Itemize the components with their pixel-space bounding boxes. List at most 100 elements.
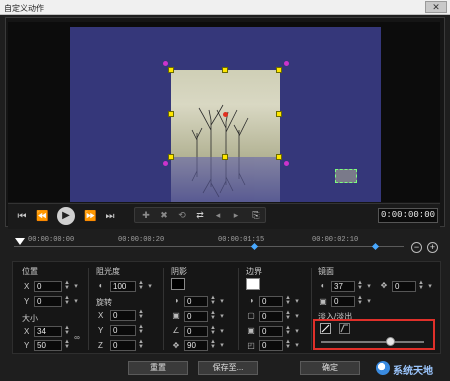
opacity-dropdown[interactable]: ▾ — [146, 281, 154, 292]
reset-button[interactable]: 重置 — [128, 361, 188, 375]
skew-handle-top-right[interactable] — [284, 61, 289, 66]
position-y-input[interactable]: 0 — [34, 296, 62, 307]
rotation-y-input[interactable]: 0 — [110, 325, 136, 336]
resize-handle-top-right[interactable] — [276, 67, 282, 73]
swap-keyframe-icon[interactable]: ⇄ — [193, 209, 207, 221]
border-width-stepper[interactable]: ▲ ▼ — [284, 295, 292, 307]
resize-handle-left[interactable] — [168, 111, 174, 117]
position-x-dropdown[interactable]: ▾ — [72, 281, 80, 292]
ok-button[interactable]: 确定 — [300, 361, 360, 375]
border-color-swatch[interactable] — [246, 278, 260, 290]
mirror-opacity-input[interactable]: 37 — [331, 281, 355, 292]
size-x-stepper[interactable]: ▲ ▼ — [63, 325, 71, 337]
zoom-out-icon[interactable]: − — [411, 242, 422, 253]
rotation-x-input[interactable]: 0 — [110, 310, 136, 321]
position-x-stepper[interactable]: ▲ ▼ — [63, 280, 71, 292]
timecode-display[interactable]: 0:00:00:00 — [378, 208, 438, 223]
shadow-size-stepper[interactable]: ▲ ▼ — [209, 295, 217, 307]
fade-slider-knob[interactable] — [386, 337, 395, 346]
border-opacity-stepper[interactable]: ▲ ▼ — [284, 310, 292, 322]
shadow-size-dropdown[interactable]: ▾ — [218, 296, 226, 307]
delete-keyframe-icon[interactable]: ✖ — [157, 209, 171, 221]
border-corner-dropdown[interactable]: ▾ — [293, 340, 301, 351]
shadow-blur-input[interactable]: 0 — [184, 311, 208, 322]
border-opacity-input[interactable]: 0 — [259, 311, 283, 322]
rotation-y-stepper[interactable]: ▲ ▼ — [137, 324, 145, 336]
reverse-keyframe-icon[interactable]: ⟲ — [175, 209, 189, 221]
shadow-blur-dropdown[interactable]: ▾ — [218, 311, 226, 322]
shadow-blur-stepper[interactable]: ▲ ▼ — [209, 310, 217, 322]
timeline-track[interactable] — [14, 246, 404, 247]
position-y-dropdown[interactable]: ▾ — [72, 296, 80, 307]
position-x-input[interactable]: 0 — [34, 281, 62, 292]
border-blur-dropdown[interactable]: ▾ — [293, 326, 301, 337]
position-y-label: Y — [24, 297, 30, 306]
skew-handle-top-left[interactable] — [163, 61, 168, 66]
resize-handle-right[interactable] — [276, 111, 282, 117]
resize-handle-top-left[interactable] — [168, 67, 174, 73]
size-x-input[interactable]: 34 — [34, 326, 62, 337]
resize-handle-bottom-left[interactable] — [168, 154, 174, 160]
move-right-icon[interactable]: ▸ — [229, 209, 243, 221]
rotation-y-label: Y — [98, 326, 104, 335]
border-width-dropdown[interactable]: ▾ — [293, 296, 301, 307]
resize-handle-bottom[interactable] — [222, 154, 228, 160]
add-keyframe-icon[interactable]: ✚ — [139, 209, 153, 221]
border-corner-input[interactable]: 0 — [259, 340, 283, 351]
mirror-opacity-dropdown[interactable]: ▾ — [365, 281, 373, 292]
go-to-start-icon[interactable]: ⏮ — [16, 210, 28, 224]
save-as-button[interactable]: 保存至... — [198, 361, 258, 375]
border-width-input[interactable]: 0 — [259, 296, 283, 307]
opacity-input[interactable]: 100 — [110, 281, 136, 292]
play-icon[interactable]: ▶ — [57, 207, 75, 225]
previous-frame-icon[interactable]: ⏪ — [36, 210, 48, 224]
position-y-stepper[interactable]: ▲ ▼ — [63, 295, 71, 307]
playhead-marker[interactable] — [15, 238, 25, 245]
shadow-direction-dropdown[interactable]: ▾ — [218, 340, 226, 351]
mirror-fade-dropdown[interactable]: ▾ — [365, 296, 373, 307]
mirror-fade-input[interactable]: 0 — [331, 296, 355, 307]
center-point[interactable] — [223, 112, 228, 117]
mirror-opacity-stepper[interactable]: ▲ ▼ — [356, 280, 364, 292]
mirror-fade-stepper[interactable]: ▲ ▼ — [356, 295, 364, 307]
size-y-stepper[interactable]: ▲ ▼ — [63, 339, 71, 351]
fade-slider-track[interactable] — [321, 341, 424, 343]
next-frame-icon[interactable]: ⏩ — [84, 210, 96, 224]
border-corner-stepper[interactable]: ▲ ▼ — [284, 339, 292, 351]
size-y-input[interactable]: 50 — [34, 340, 62, 351]
go-to-end-icon[interactable]: ⏭ — [104, 210, 116, 224]
shadow-direction-stepper[interactable]: ▲ ▼ — [209, 339, 217, 351]
mirror-offset-stepper[interactable]: ▲ ▼ — [417, 280, 425, 292]
shadow-direction-input[interactable]: 90 — [184, 340, 208, 351]
window-title: 自定义动作 — [4, 4, 44, 13]
rotation-x-stepper[interactable]: ▲ ▼ — [137, 309, 145, 321]
border-opacity-dropdown[interactable]: ▾ — [293, 311, 301, 322]
resize-handle-top[interactable] — [222, 67, 228, 73]
skew-handle-bottom-left[interactable] — [163, 161, 168, 166]
zoom-in-icon[interactable]: + — [427, 242, 438, 253]
shadow-distance-dropdown[interactable]: ▾ — [218, 326, 226, 337]
timeline-ruler[interactable]: 00:00:00:00 00:00:00:20 00:00:01:15 00:0… — [14, 233, 402, 247]
opacity-stepper[interactable]: ▲ ▼ — [137, 280, 145, 292]
fade-in-icon[interactable] — [320, 323, 331, 334]
skew-handle-bottom-right[interactable] — [284, 161, 289, 166]
shadow-color-swatch[interactable] — [171, 278, 185, 290]
shadow-size-input[interactable]: 0 — [184, 296, 208, 307]
mirror-offset-input[interactable]: 0 — [392, 281, 416, 292]
shadow-distance-input[interactable]: 0 — [184, 326, 208, 337]
close-icon[interactable]: ✕ — [425, 1, 447, 13]
shadow-distance-stepper[interactable]: ▲ ▼ — [209, 325, 217, 337]
watermark-logo-icon — [376, 361, 390, 375]
fade-out-icon[interactable] — [339, 323, 350, 334]
mirror-offset-dropdown[interactable]: ▾ — [426, 281, 434, 292]
border-blur-input[interactable]: 0 — [259, 326, 283, 337]
copy-keyframe-icon[interactable]: ⎘ — [249, 209, 263, 221]
size-heading: 大小 — [22, 314, 38, 323]
resize-handle-bottom-right[interactable] — [276, 154, 282, 160]
rotation-z-stepper[interactable]: ▲ ▼ — [137, 339, 145, 351]
lock-ratio-icon[interactable]: ∞ — [72, 333, 82, 343]
move-left-icon[interactable]: ◂ — [211, 209, 225, 221]
border-blur-stepper[interactable]: ▲ ▼ — [284, 325, 292, 337]
motion-end-marker[interactable] — [335, 169, 357, 183]
rotation-z-input[interactable]: 0 — [110, 340, 136, 351]
